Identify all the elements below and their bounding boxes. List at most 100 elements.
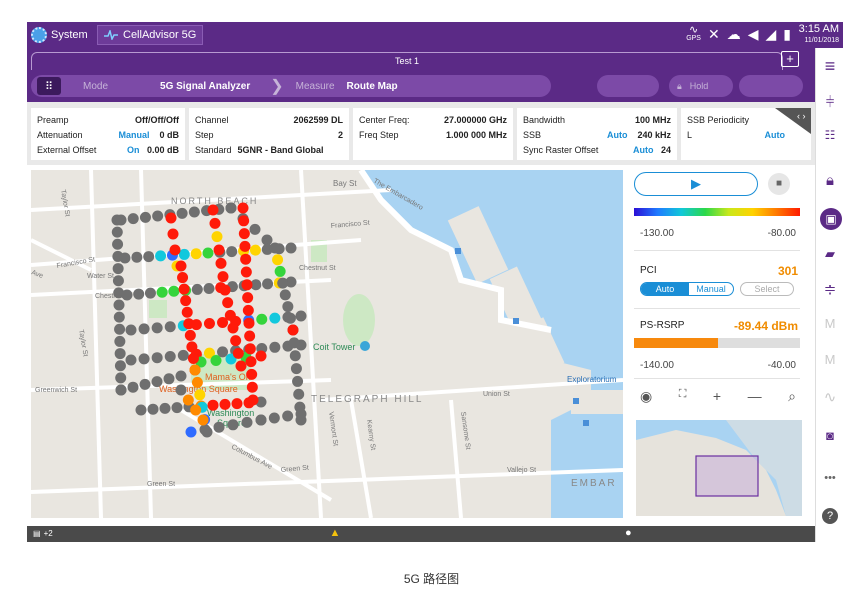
minimap-viewport[interactable] <box>695 455 759 497</box>
warning-icon[interactable]: ▲ <box>327 527 343 540</box>
route-point <box>175 370 187 382</box>
route-point <box>189 364 201 376</box>
status-bar: System CellAdvisor 5G ∿ GPS ✕ ☁ ◀ ◢ ▮ 3:1… <box>27 22 843 48</box>
overview-minimap[interactable] <box>636 420 802 516</box>
transit-icon <box>513 318 519 324</box>
play-button[interactable]: ▶ <box>634 172 758 196</box>
route-point <box>213 244 225 256</box>
folder-icon[interactable]: ▰ <box>816 246 843 262</box>
more-icon[interactable]: ••• <box>816 472 843 484</box>
marker-m-icon[interactable]: M <box>816 316 843 331</box>
split-icon[interactable]: ≑ <box>816 280 843 298</box>
pci-manual-option[interactable]: Manual <box>689 283 733 295</box>
hold-button[interactable]: 🔒︎ Hold <box>669 75 733 97</box>
save-icon[interactable]: ▣ <box>820 208 842 230</box>
locate-icon[interactable]: ◉ <box>640 388 652 405</box>
apps-grid-icon[interactable]: ⠿ <box>37 77 61 95</box>
route-point <box>213 421 225 433</box>
route-point <box>289 350 301 362</box>
marker-m2-icon[interactable]: M <box>816 352 843 367</box>
minimap-svg <box>636 420 802 516</box>
rsrp-label: PS-RSRP <box>640 320 685 331</box>
hold-label: Hold <box>689 81 709 91</box>
collapse-corner-icon[interactable]: ‹ › <box>775 108 811 134</box>
route-point <box>139 211 151 223</box>
screenshot-icon[interactable]: ◙ <box>816 428 843 443</box>
route-point <box>242 304 254 316</box>
route-map[interactable]: Bay St The Embarcadero NORTH BEACH Franc… <box>31 170 623 518</box>
tab-test-1[interactable]: Test 1 <box>31 52 783 70</box>
param-column-1[interactable]: Preamp Off/Off/Off Attenuation Manual 0 dB… <box>31 108 185 160</box>
route-point <box>115 384 127 396</box>
add-test-button[interactable]: + <box>781 51 799 67</box>
route-point <box>167 228 179 240</box>
route-point <box>269 242 281 254</box>
route-point <box>282 301 294 313</box>
route-point <box>155 250 167 262</box>
params-grid-icon[interactable]: ☷ <box>816 128 843 142</box>
route-point <box>164 321 176 333</box>
map-label-embar: EMBAR <box>571 478 617 489</box>
route-point <box>282 410 294 422</box>
chevron-right-icon: ❯ <box>270 78 284 95</box>
route-point <box>272 254 284 266</box>
route-point <box>274 265 286 277</box>
route-point <box>255 414 267 426</box>
trace-icon[interactable]: ∿ <box>816 388 843 406</box>
route-point <box>222 297 234 309</box>
cloud-icon: ☁ <box>726 26 741 42</box>
route-point <box>111 226 123 238</box>
sliders-icon[interactable]: ⫩ <box>816 94 843 111</box>
pci-mode-toggle[interactable]: Auto Manual <box>640 282 734 296</box>
mode-value-button[interactable]: 5G Signal Analyzer <box>160 81 250 92</box>
route-point <box>238 228 250 240</box>
route-point <box>225 202 237 214</box>
route-point <box>203 318 215 330</box>
route-point <box>131 251 143 263</box>
param-column-5[interactable]: SSB Periodicity L Auto ‹ › <box>681 108 811 160</box>
lock-screen-icon[interactable]: 🔒︎ <box>816 172 843 189</box>
map-label-greenwich-st: Greenwich St <box>35 387 77 394</box>
route-point <box>209 217 221 229</box>
pci-label: PCI <box>640 265 657 276</box>
map-label-columbus-ave: Columbus Ave <box>230 444 273 471</box>
zoom-out-icon[interactable]: — <box>748 388 762 405</box>
route-point <box>113 311 125 323</box>
route-point <box>182 394 194 406</box>
blank-pill-button-2[interactable] <box>739 75 803 97</box>
param-column-4[interactable]: Bandwidth 100 MHz SSB Auto 240 kHz Sync Ra… <box>517 108 677 160</box>
gps-icon: ∿ GPS <box>686 24 701 43</box>
stop-button[interactable]: ■ <box>768 173 790 195</box>
param-column-2[interactable]: Channel 2062599 DL Step 2 Standard 5GNR - B… <box>189 108 349 160</box>
notification-badge[interactable]: ▤ +2 <box>33 529 53 538</box>
app-tab-celladvisor[interactable]: CellAdvisor 5G <box>97 25 204 45</box>
route-point <box>255 350 267 362</box>
fit-screen-icon[interactable]: ⛶ <box>679 388 687 405</box>
route-point <box>238 215 250 227</box>
pci-auto-option[interactable]: Auto <box>641 283 689 295</box>
param-column-3[interactable]: Center Freq: 27.000000 GHz Freq Step 1.000… <box>353 108 513 160</box>
system-button[interactable]: System <box>31 25 88 45</box>
route-point <box>215 257 227 269</box>
menu-icon[interactable]: ≡ <box>816 56 843 77</box>
rsrp-bar <box>634 338 800 348</box>
search-icon[interactable]: ⌕ <box>788 388 796 405</box>
route-point <box>187 352 199 364</box>
pci-select-button[interactable]: Select <box>740 282 794 296</box>
map-label-francisco-st-right: Francisco St <box>331 220 370 230</box>
location-pin-icon[interactable]: ● <box>625 527 632 539</box>
route-point <box>246 381 258 393</box>
route-point <box>277 277 289 289</box>
route-point <box>164 351 176 363</box>
zoom-in-icon[interactable]: + <box>713 388 721 405</box>
help-icon[interactable]: ? <box>822 508 838 524</box>
measure-value-button[interactable]: Route Map <box>347 81 398 92</box>
route-point <box>262 278 274 290</box>
route-point <box>211 231 223 243</box>
route-point <box>210 355 222 366</box>
route-point <box>112 263 124 275</box>
route-point <box>287 324 299 336</box>
route-point <box>114 323 126 335</box>
blank-pill-button[interactable] <box>597 75 659 97</box>
map-label-taylor-st-top: Taylor St <box>59 189 71 217</box>
